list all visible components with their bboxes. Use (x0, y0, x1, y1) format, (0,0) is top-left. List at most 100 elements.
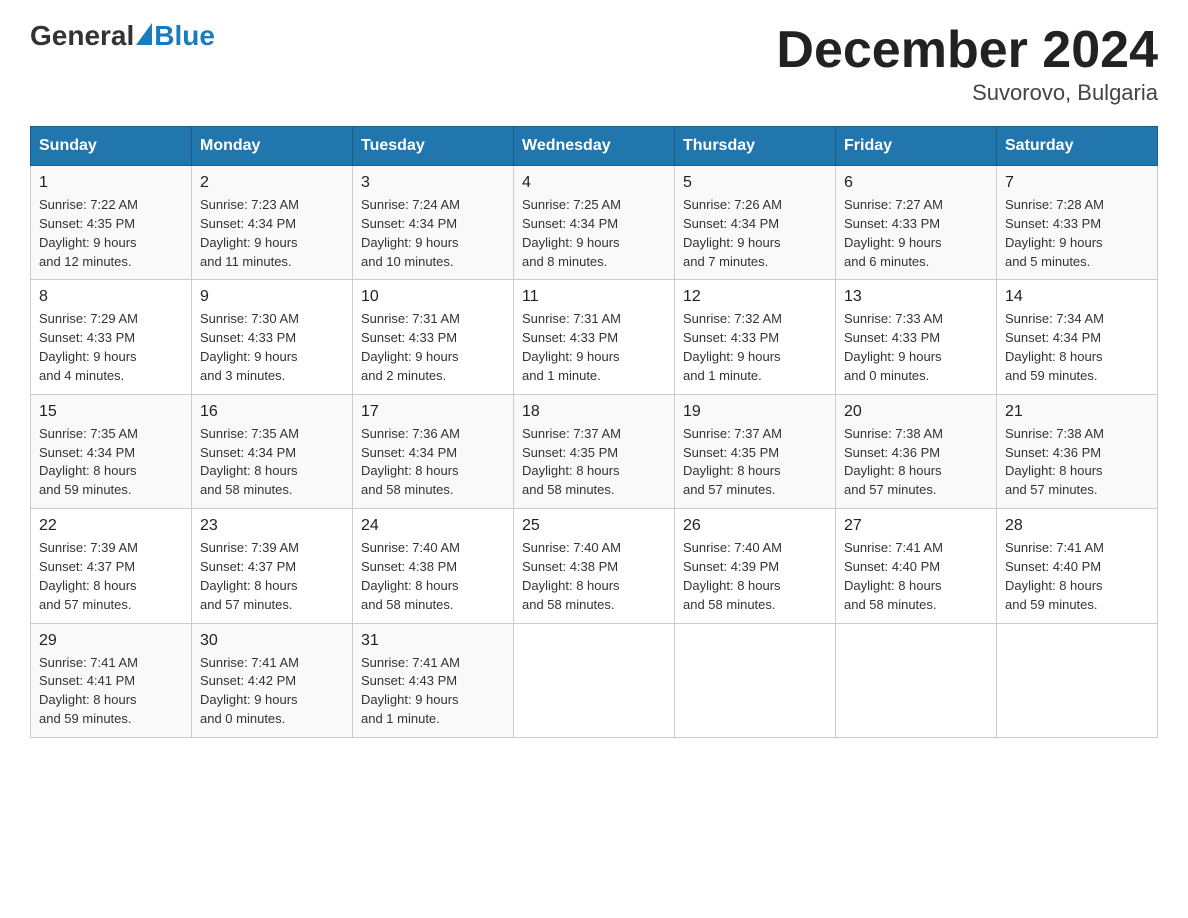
day-cell: 2 Sunrise: 7:23 AM Sunset: 4:34 PM Daylig… (192, 166, 353, 280)
day-cell: 11Sunrise: 7:31 AM Sunset: 4:33 PM Dayli… (514, 280, 675, 394)
day-number: 16 (200, 403, 344, 421)
calendar-subtitle: Suvorovo, Bulgaria (776, 80, 1158, 106)
day-number: 24 (361, 517, 505, 535)
logo-arrow-icon (136, 23, 152, 45)
day-cell (675, 623, 836, 737)
day-number: 11 (522, 288, 666, 306)
day-cell: 9 Sunrise: 7:30 AM Sunset: 4:33 PM Daylig… (192, 280, 353, 394)
day-number: 14 (1005, 288, 1149, 306)
logo: General Blue (30, 20, 215, 52)
day-cell: 15 Sunrise: 7:35 AM Sunset: 4:34 PM Dayli… (31, 394, 192, 508)
day-number: 21 (1005, 403, 1149, 421)
day-info: Sunrise: 7:37 AM Sunset: 4:35 PM Dayligh… (522, 425, 666, 500)
day-cell: 12 Sunrise: 7:32 AM Sunset: 4:33 PM Dayli… (675, 280, 836, 394)
day-cell (514, 623, 675, 737)
day-cell: 5 Sunrise: 7:26 AM Sunset: 4:34 PM Daylig… (675, 166, 836, 280)
day-cell: 28Sunrise: 7:41 AM Sunset: 4:40 PM Dayli… (997, 509, 1158, 623)
day-cell: 27Sunrise: 7:41 AM Sunset: 4:40 PM Dayli… (836, 509, 997, 623)
day-cell: 29Sunrise: 7:41 AM Sunset: 4:41 PM Dayli… (31, 623, 192, 737)
day-number: 5 (683, 174, 827, 192)
day-info: Sunrise: 7:38 AM Sunset: 4:36 PM Dayligh… (844, 425, 988, 500)
day-number: 17 (361, 403, 505, 421)
day-number: 26 (683, 517, 827, 535)
day-number: 10 (361, 288, 505, 306)
day-number: 12 (683, 288, 827, 306)
day-cell: 22Sunrise: 7:39 AM Sunset: 4:37 PM Dayli… (31, 509, 192, 623)
logo-general-text: General (30, 20, 134, 52)
day-number: 18 (522, 403, 666, 421)
day-info: Sunrise: 7:32 AM Sunset: 4:33 PM Dayligh… (683, 310, 827, 385)
day-cell (997, 623, 1158, 737)
logo-blue-text: Blue (154, 20, 215, 52)
day-info: Sunrise: 7:31 AM Sunset: 4:33 PM Dayligh… (361, 310, 505, 385)
day-cell: 6 Sunrise: 7:27 AM Sunset: 4:33 PM Daylig… (836, 166, 997, 280)
day-cell: 17Sunrise: 7:36 AM Sunset: 4:34 PM Dayli… (353, 394, 514, 508)
day-info: Sunrise: 7:41 AM Sunset: 4:43 PM Dayligh… (361, 654, 505, 729)
header-cell-saturday: Saturday (997, 127, 1158, 166)
day-info: Sunrise: 7:28 AM Sunset: 4:33 PM Dayligh… (1005, 196, 1149, 271)
day-cell (836, 623, 997, 737)
logo-blue-part: Blue (134, 20, 215, 52)
day-cell: 18 Sunrise: 7:37 AM Sunset: 4:35 PM Dayli… (514, 394, 675, 508)
day-number: 4 (522, 174, 666, 192)
day-cell: 23 Sunrise: 7:39 AM Sunset: 4:37 PM Dayli… (192, 509, 353, 623)
week-row-4: 22Sunrise: 7:39 AM Sunset: 4:37 PM Dayli… (31, 509, 1158, 623)
calendar-table: SundayMondayTuesdayWednesdayThursdayFrid… (30, 126, 1158, 738)
day-info: Sunrise: 7:33 AM Sunset: 4:33 PM Dayligh… (844, 310, 988, 385)
day-number: 15 (39, 403, 183, 421)
calendar-header: SundayMondayTuesdayWednesdayThursdayFrid… (31, 127, 1158, 166)
day-cell: 10 Sunrise: 7:31 AM Sunset: 4:33 PM Dayli… (353, 280, 514, 394)
day-info: Sunrise: 7:38 AM Sunset: 4:36 PM Dayligh… (1005, 425, 1149, 500)
week-row-1: 1 Sunrise: 7:22 AM Sunset: 4:35 PM Daylig… (31, 166, 1158, 280)
week-row-5: 29Sunrise: 7:41 AM Sunset: 4:41 PM Dayli… (31, 623, 1158, 737)
week-row-3: 15 Sunrise: 7:35 AM Sunset: 4:34 PM Dayli… (31, 394, 1158, 508)
day-info: Sunrise: 7:27 AM Sunset: 4:33 PM Dayligh… (844, 196, 988, 271)
page-header: General Blue December 2024 Suvorovo, Bul… (30, 20, 1158, 106)
day-cell: 4Sunrise: 7:25 AM Sunset: 4:34 PM Daylig… (514, 166, 675, 280)
day-cell: 25Sunrise: 7:40 AM Sunset: 4:38 PM Dayli… (514, 509, 675, 623)
header-cell-sunday: Sunday (31, 127, 192, 166)
day-number: 30 (200, 632, 344, 650)
calendar-body: 1 Sunrise: 7:22 AM Sunset: 4:35 PM Daylig… (31, 166, 1158, 738)
day-number: 1 (39, 174, 183, 192)
day-info: Sunrise: 7:34 AM Sunset: 4:34 PM Dayligh… (1005, 310, 1149, 385)
day-number: 2 (200, 174, 344, 192)
day-info: Sunrise: 7:35 AM Sunset: 4:34 PM Dayligh… (39, 425, 183, 500)
day-info: Sunrise: 7:35 AM Sunset: 4:34 PM Dayligh… (200, 425, 344, 500)
day-number: 31 (361, 632, 505, 650)
day-number: 13 (844, 288, 988, 306)
day-cell: 16 Sunrise: 7:35 AM Sunset: 4:34 PM Dayli… (192, 394, 353, 508)
title-block: December 2024 Suvorovo, Bulgaria (776, 20, 1158, 106)
day-cell: 14 Sunrise: 7:34 AM Sunset: 4:34 PM Dayli… (997, 280, 1158, 394)
day-cell: 13 Sunrise: 7:33 AM Sunset: 4:33 PM Dayli… (836, 280, 997, 394)
day-number: 7 (1005, 174, 1149, 192)
day-info: Sunrise: 7:41 AM Sunset: 4:40 PM Dayligh… (844, 539, 988, 614)
day-number: 23 (200, 517, 344, 535)
day-number: 9 (200, 288, 344, 306)
day-cell: 7 Sunrise: 7:28 AM Sunset: 4:33 PM Daylig… (997, 166, 1158, 280)
day-cell: 26 Sunrise: 7:40 AM Sunset: 4:39 PM Dayli… (675, 509, 836, 623)
day-info: Sunrise: 7:29 AM Sunset: 4:33 PM Dayligh… (39, 310, 183, 385)
day-info: Sunrise: 7:40 AM Sunset: 4:39 PM Dayligh… (683, 539, 827, 614)
day-number: 25 (522, 517, 666, 535)
day-cell: 21 Sunrise: 7:38 AM Sunset: 4:36 PM Dayli… (997, 394, 1158, 508)
day-info: Sunrise: 7:26 AM Sunset: 4:34 PM Dayligh… (683, 196, 827, 271)
day-number: 29 (39, 632, 183, 650)
day-number: 3 (361, 174, 505, 192)
day-info: Sunrise: 7:22 AM Sunset: 4:35 PM Dayligh… (39, 196, 183, 271)
day-cell: 8 Sunrise: 7:29 AM Sunset: 4:33 PM Daylig… (31, 280, 192, 394)
day-info: Sunrise: 7:39 AM Sunset: 4:37 PM Dayligh… (200, 539, 344, 614)
header-cell-thursday: Thursday (675, 127, 836, 166)
day-cell: 31 Sunrise: 7:41 AM Sunset: 4:43 PM Dayli… (353, 623, 514, 737)
day-number: 8 (39, 288, 183, 306)
day-number: 6 (844, 174, 988, 192)
day-info: Sunrise: 7:24 AM Sunset: 4:34 PM Dayligh… (361, 196, 505, 271)
day-info: Sunrise: 7:23 AM Sunset: 4:34 PM Dayligh… (200, 196, 344, 271)
header-cell-monday: Monday (192, 127, 353, 166)
day-info: Sunrise: 7:41 AM Sunset: 4:40 PM Dayligh… (1005, 539, 1149, 614)
header-row: SundayMondayTuesdayWednesdayThursdayFrid… (31, 127, 1158, 166)
calendar-title: December 2024 (776, 20, 1158, 80)
day-info: Sunrise: 7:41 AM Sunset: 4:42 PM Dayligh… (200, 654, 344, 729)
day-info: Sunrise: 7:30 AM Sunset: 4:33 PM Dayligh… (200, 310, 344, 385)
day-cell: 20Sunrise: 7:38 AM Sunset: 4:36 PM Dayli… (836, 394, 997, 508)
